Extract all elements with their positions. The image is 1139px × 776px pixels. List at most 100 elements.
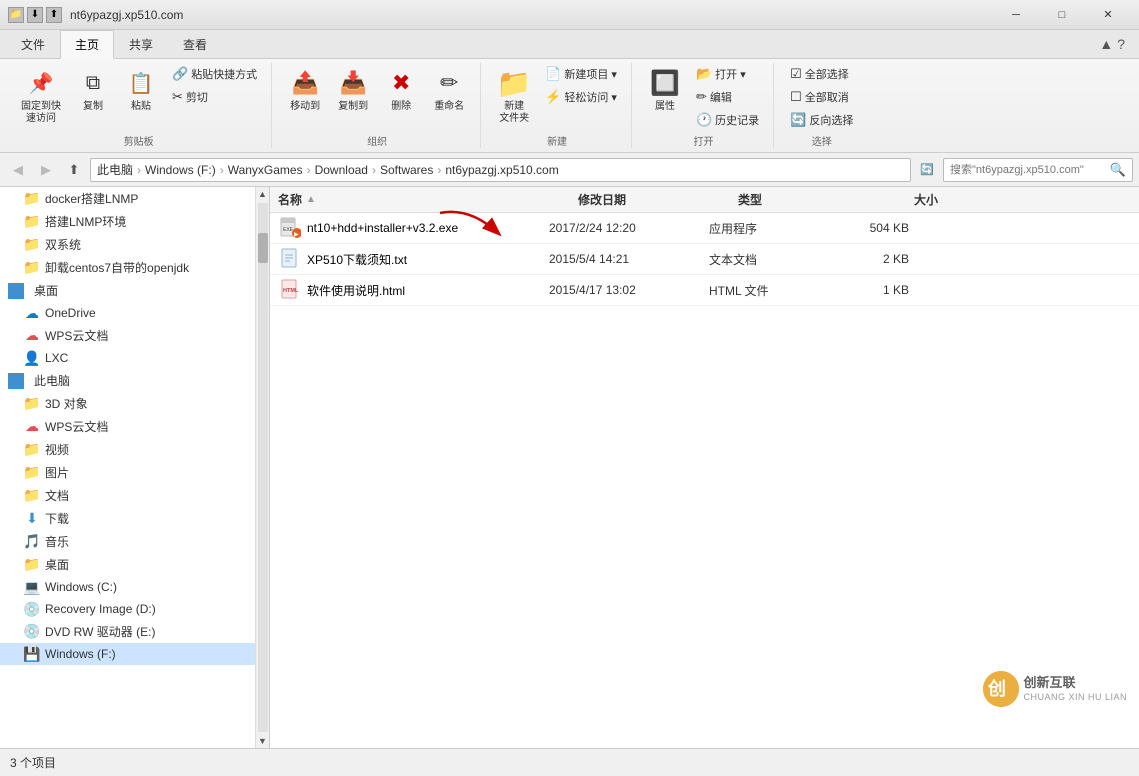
sidebar-item-desktop[interactable]: 桌面 (0, 279, 255, 302)
breadcrumb-windows-f[interactable]: Windows (F:) (145, 163, 216, 177)
history-button[interactable]: 🕐 历史记录 (690, 109, 765, 131)
help-icon[interactable]: ? (1117, 36, 1125, 52)
sidebar-item-dvd-drive[interactable]: 💿 DVD RW 驱动器 (E:) (0, 620, 255, 643)
move-to-button[interactable]: 📤 移动到 (282, 63, 328, 117)
breadcrumb-softwares[interactable]: Softwares (380, 163, 433, 177)
file-row-txt[interactable]: XP510下载须知.txt 2015/5/4 14:21 文本文档 2 KB (270, 244, 1139, 275)
sidebar-item-dual-system[interactable]: 📁 双系统 (0, 233, 255, 256)
quick-icon-1[interactable]: 📁 (8, 7, 24, 23)
quick-icon-2[interactable]: ⬇ (27, 7, 43, 23)
sidebar-item-label: 桌面 (34, 282, 58, 299)
video-folder-icon: 📁 (24, 442, 40, 458)
sidebar-item-desktop2[interactable]: 📁 桌面 (0, 553, 255, 576)
tab-share[interactable]: 共享 (114, 30, 168, 59)
sidebar-scrollbar[interactable]: ▲ ▼ (255, 187, 269, 748)
sidebar-item-video[interactable]: 📁 视频 (0, 438, 255, 461)
ribbon-expand-icon[interactable]: ▲ (1099, 36, 1113, 52)
sidebar-item-wps-cloud[interactable]: ☁ WPS云文档 (0, 324, 255, 347)
edit-icon: ✏ (696, 89, 707, 105)
sidebar-item-wps-cloud2[interactable]: ☁ WPS云文档 (0, 415, 255, 438)
open-button[interactable]: 📂 打开 ▾ (690, 63, 765, 85)
sidebar-item-pictures[interactable]: 📁 图片 (0, 461, 255, 484)
new-item-button[interactable]: 📄 新建项目 ▾ (539, 63, 623, 85)
address-bar: ◀ ▶ ⬆ 此电脑 › Windows (F:) › WanyxGames › … (0, 153, 1139, 187)
minimize-button[interactable]: ─ (993, 0, 1039, 30)
breadcrumb-sep-1: › (137, 163, 141, 177)
scroll-down-arrow[interactable]: ▼ (257, 734, 269, 748)
title-bar: 📁 ⬇ ⬆ nt6ypazgj.xp510.com ─ □ ✕ (0, 0, 1139, 30)
sidebar-item-onedrive[interactable]: ☁ OneDrive (0, 302, 255, 324)
file-date-exe: 2017/2/24 12:20 (549, 221, 709, 235)
select-all-button[interactable]: ☑ 全部选择 (784, 63, 859, 85)
cut-button[interactable]: ✂ 剪切 (166, 86, 263, 108)
file-row-html[interactable]: HTML 软件使用说明.html 2015/4/17 13:02 HTML 文件… (270, 275, 1139, 306)
sidebar-item-downloads[interactable]: ⬇ 下载 (0, 507, 255, 530)
file-type-exe: 应用程序 (709, 220, 829, 237)
copy-button[interactable]: ⧉ 复制 (70, 63, 116, 117)
header-size[interactable]: 大小 (858, 191, 938, 208)
sidebar-item-this-computer[interactable]: 此电脑 (0, 369, 255, 392)
file-name-cell-txt: XP510下载须知.txt (278, 247, 549, 271)
copy-to-button[interactable]: 📥 复制到 (330, 63, 376, 117)
tab-file[interactable]: 文件 (6, 30, 60, 59)
invert-selection-button[interactable]: 🔄 反向选择 (784, 109, 859, 131)
sidebar-item-label: 下载 (45, 510, 69, 527)
breadcrumb-this-computer[interactable]: 此电脑 (97, 161, 133, 178)
forward-button[interactable]: ▶ (34, 158, 58, 182)
header-name[interactable]: 名称 ▲ (278, 191, 578, 208)
header-size-label: 大小 (914, 193, 938, 207)
tab-view[interactable]: 查看 (168, 30, 222, 59)
properties-button[interactable]: 🔲 属性 (642, 63, 688, 117)
sidebar-item-docker-lnmp[interactable]: 📁 docker搭建LNMP (0, 187, 255, 210)
sidebar-item-windows-f[interactable]: 💾 Windows (F:) (0, 643, 255, 665)
deselect-all-button[interactable]: ☐ 全部取消 (784, 86, 859, 108)
organize-group-label: 组织 (367, 133, 387, 148)
paste-sub-buttons: 🔗 粘贴快捷方式 ✂ 剪切 (166, 63, 263, 108)
properties-icon: 🔲 (649, 67, 681, 99)
new-folder-button[interactable]: 📁 新建文件夹 (491, 63, 537, 129)
ribbon-group-organize: 📤 移动到 📥 复制到 ✖ 删除 ✏ 重命名 组织 (274, 63, 481, 148)
quick-icon-3[interactable]: ⬆ (46, 7, 62, 23)
sidebar-item-lxc[interactable]: 👤 LXC (0, 347, 255, 369)
sidebar-item-documents[interactable]: 📁 文档 (0, 484, 255, 507)
edit-button[interactable]: ✏ 编辑 (690, 86, 765, 108)
maximize-button[interactable]: □ (1039, 0, 1085, 30)
paste-button[interactable]: 📋 粘贴 (118, 63, 164, 117)
easy-access-button[interactable]: ⚡ 轻松访问 ▾ (539, 86, 623, 108)
rename-button[interactable]: ✏ 重命名 (426, 63, 472, 117)
sidebar-item-label: 音乐 (45, 533, 69, 550)
tab-home[interactable]: 主页 (60, 30, 114, 59)
file-type-txt: 文本文档 (709, 251, 829, 268)
header-type[interactable]: 类型 (738, 191, 858, 208)
sidebar-item-music[interactable]: 🎵 音乐 (0, 530, 255, 553)
delete-button[interactable]: ✖ 删除 (378, 63, 424, 117)
file-row-exe[interactable]: EXE ▶ nt10+hdd+installer+v3.2.exe 2017/2… (270, 213, 1139, 244)
paste-shortcut-button[interactable]: 🔗 粘贴快捷方式 (166, 63, 263, 85)
header-date[interactable]: 修改日期 (578, 191, 738, 208)
back-button[interactable]: ◀ (6, 158, 30, 182)
folder-icon: 📁 (24, 214, 40, 230)
scroll-track (258, 203, 268, 732)
sidebar-item-label: 图片 (45, 464, 69, 481)
breadcrumb-bar[interactable]: 此电脑 › Windows (F:) › WanyxGames › Downlo… (90, 158, 911, 182)
up-button[interactable]: ⬆ (62, 158, 86, 182)
breadcrumb-sep-4: › (372, 163, 376, 177)
sidebar-item-remove-jdk[interactable]: 📁 卸载centos7自带的openjdk (0, 256, 255, 279)
search-input[interactable] (950, 164, 1106, 176)
open-icon: 📂 (696, 66, 712, 82)
file-name-cell-exe: EXE ▶ nt10+hdd+installer+v3.2.exe (278, 216, 549, 240)
sidebar-item-3d[interactable]: 📁 3D 对象 (0, 392, 255, 415)
search-icon[interactable]: 🔍 (1110, 162, 1126, 178)
scroll-up-arrow[interactable]: ▲ (257, 187, 269, 201)
sidebar-item-drive-c[interactable]: 💻 Windows (C:) (0, 576, 255, 598)
breadcrumb-download[interactable]: Download (315, 163, 368, 177)
ribbon-tab-bar: 文件 主页 共享 查看 ▲ ? (0, 30, 1139, 59)
close-button[interactable]: ✕ (1085, 0, 1131, 30)
watermark-text: 创新互联 CHUANG XIN HU LIAN (1023, 675, 1127, 704)
pin-to-quick-access-button[interactable]: 📌 固定到快速访问 (14, 63, 68, 129)
sidebar-item-recovery-image[interactable]: 💿 Recovery Image (D:) (0, 598, 255, 620)
sidebar-item-label: 此电脑 (34, 372, 70, 389)
sidebar-item-lnmp-env[interactable]: 📁 搭建LNMP环境 (0, 210, 255, 233)
refresh-button[interactable]: 🔄 (915, 158, 939, 182)
breadcrumb-wanyxgames[interactable]: WanyxGames (228, 163, 303, 177)
